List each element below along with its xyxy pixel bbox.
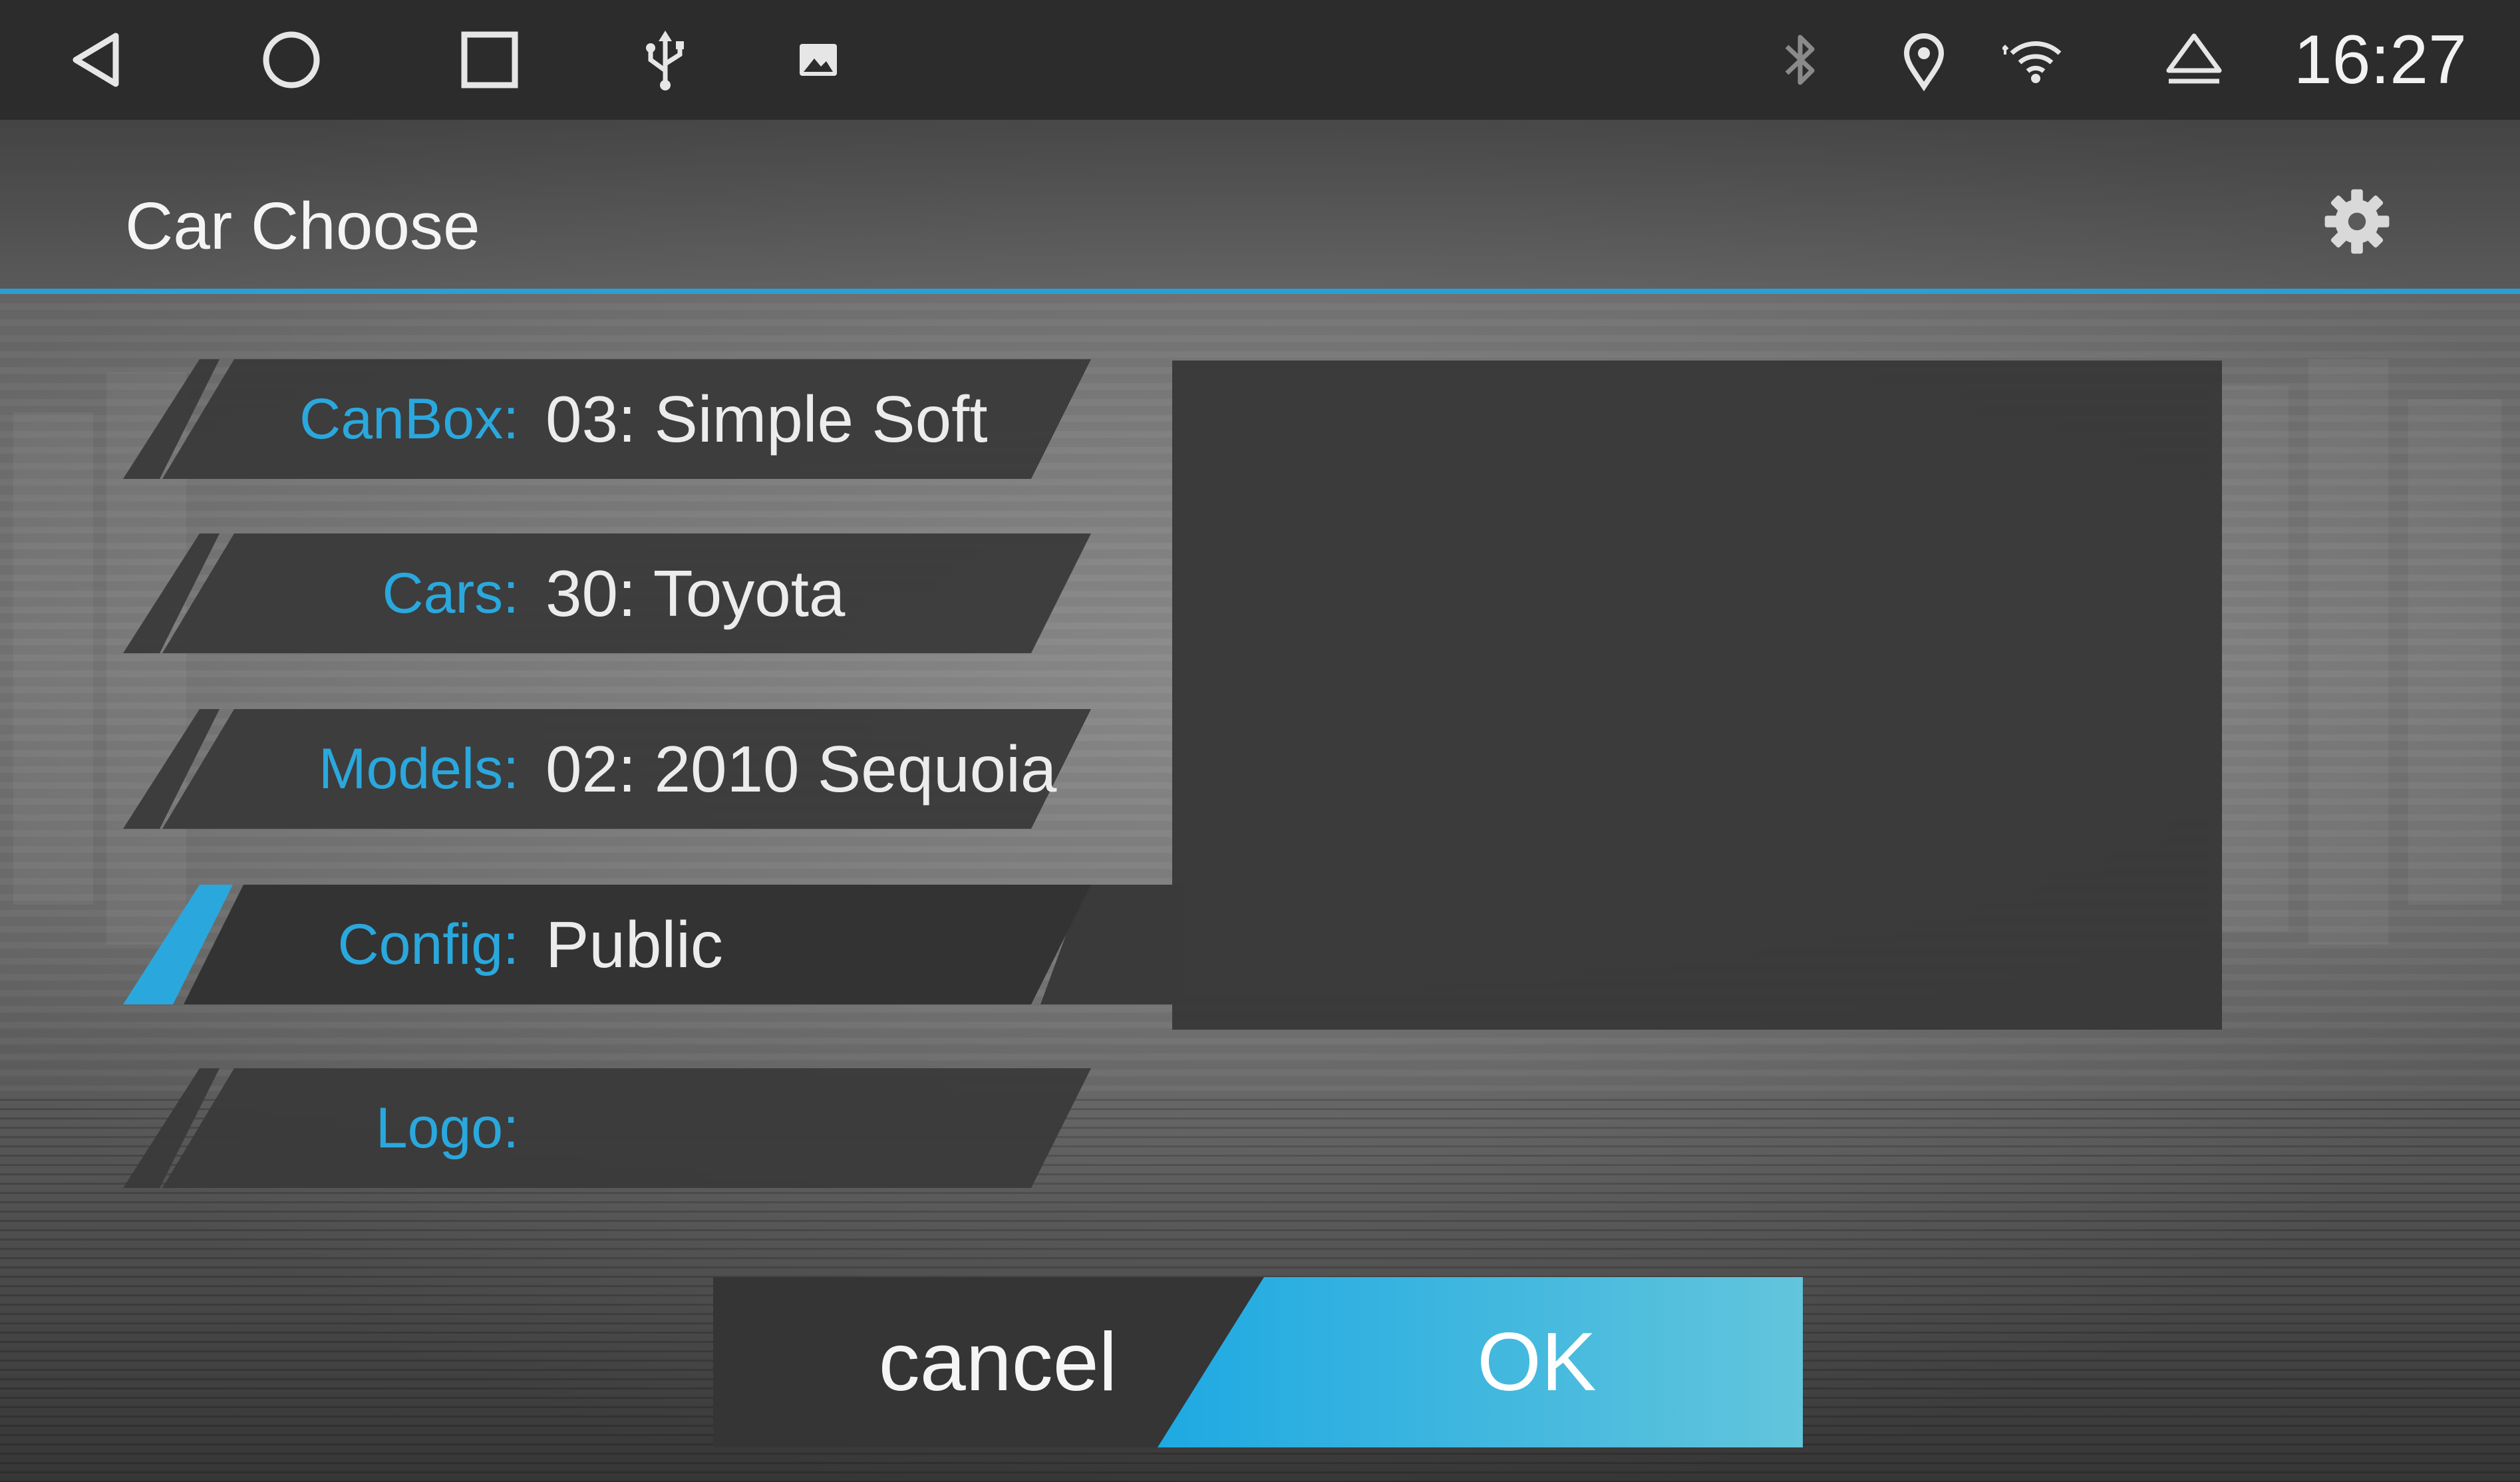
back-icon[interactable] [64, 27, 130, 93]
row-value-config: Public [546, 908, 723, 981]
setting-row-models[interactable]: Models: 02: 2010 Sequoia [120, 709, 1091, 829]
row-label-config: Config: [337, 913, 520, 976]
row-label-logo: Logo: [375, 1096, 519, 1160]
cancel-button-label: cancel [878, 1316, 1118, 1408]
location-icon [1903, 33, 1945, 92]
usb-icon [646, 31, 684, 90]
setting-row-config[interactable]: Config: Public [120, 885, 1091, 1004]
recents-icon[interactable] [456, 27, 523, 93]
row-label-models: Models: [318, 737, 519, 801]
eject-icon[interactable] [2161, 27, 2227, 93]
ok-button-label: OK [1477, 1316, 1597, 1408]
row-value-canbox: 03: Simple Soft [546, 382, 988, 456]
status-bar: 16:27 [0, 0, 2520, 120]
gear-icon[interactable] [2320, 185, 2394, 258]
row-label-canbox: CanBox: [299, 387, 519, 451]
home-icon[interactable] [258, 27, 325, 93]
row-value-cars: 30: Toyota [546, 557, 846, 630]
setting-row-canbox[interactable]: CanBox: 03: Simple Soft [120, 359, 1091, 479]
row-label-cars: Cars: [382, 561, 519, 625]
page-title: Car Choose [125, 189, 480, 263]
bluetooth-icon [1785, 35, 1815, 85]
car-choose-screen: 16:27 Car Choose CanBox: 03: Simple Soft… [0, 0, 2520, 1482]
wifi-icon [2002, 41, 2062, 83]
row-background [123, 1068, 1091, 1188]
image-icon [800, 44, 837, 76]
setting-row-logo[interactable]: Logo: [120, 1068, 1091, 1188]
setting-row-cars[interactable]: Cars: 30: Toyota [120, 533, 1091, 653]
row-value-models: 02: 2010 Sequoia [546, 732, 1057, 806]
title-divider [0, 289, 2520, 294]
status-clock: 16:27 [2293, 21, 2467, 98]
logo-preview-panel [1172, 361, 2222, 1030]
